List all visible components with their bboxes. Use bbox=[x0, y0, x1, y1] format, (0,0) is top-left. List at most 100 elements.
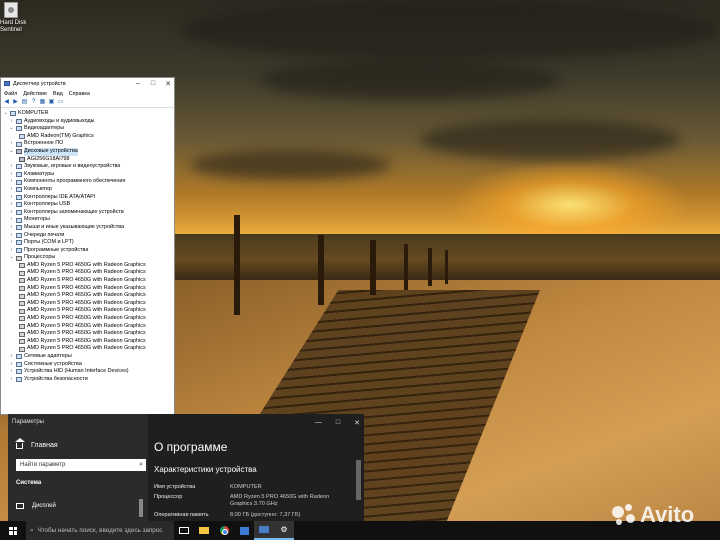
tree-item-selected[interactable]: ⌄ Дисковые устройства bbox=[3, 147, 174, 156]
avito-text: Avito bbox=[640, 502, 695, 527]
cpu-item[interactable]: AMD Ryzen 5 PRO 4650G with Radeon Graphi… bbox=[3, 285, 174, 293]
home-icon bbox=[15, 437, 25, 449]
forward-icon[interactable]: ▶ bbox=[12, 99, 19, 106]
cpu-item[interactable]: AMD Ryzen 5 PRO 4650G with Radeon Graphi… bbox=[3, 262, 174, 270]
tree-item[interactable]: › Программные устройства bbox=[3, 247, 174, 255]
section-title: Характеристики устройства bbox=[154, 465, 257, 474]
tree-root[interactable]: ⌄ KOMPUTER bbox=[3, 110, 174, 118]
settings-sidebar: Параметры Главная Найти параметр ⌕ Систе… bbox=[8, 414, 148, 522]
settings-taskbar-button[interactable]: ⚙ bbox=[274, 521, 294, 540]
driver-icon[interactable]: ▦ bbox=[39, 99, 46, 106]
chrome-button[interactable] bbox=[214, 521, 234, 540]
tree-item[interactable]: › Компьютер bbox=[3, 186, 174, 194]
title-bar: Диспетчер устройств – □ ✕ bbox=[1, 78, 174, 89]
sidebar-scrollbar[interactable] bbox=[139, 499, 143, 517]
maximize-button[interactable]: □ bbox=[336, 419, 340, 427]
avito-watermark: Avito bbox=[612, 502, 694, 528]
cpu-item[interactable]: AMD Ryzen 5 PRO 4650G with Radeon Graphi… bbox=[3, 277, 174, 285]
spec-row-ram: Оперативная память 8,00 ГБ (доступно: 7,… bbox=[154, 512, 350, 519]
tree-item[interactable]: › Звуковые, игровые и видеоустройства bbox=[3, 163, 174, 171]
spec-key: Имя устройства bbox=[154, 484, 196, 490]
system-label: Система bbox=[16, 480, 42, 486]
chrome-icon bbox=[219, 526, 229, 535]
tree-item[interactable]: › Сетевые адаптеры bbox=[3, 353, 174, 361]
menu-action[interactable]: Действие bbox=[23, 91, 47, 97]
tree-item[interactable]: AMD Radeon(TM) Graphics bbox=[3, 133, 174, 141]
settings-window: Параметры Главная Найти параметр ⌕ Систе… bbox=[8, 414, 364, 522]
folder-icon bbox=[199, 527, 209, 534]
cpu-item[interactable]: AMD Ryzen 5 PRO 4650G with Radeon Graphi… bbox=[3, 345, 174, 353]
close-button[interactable]: ✕ bbox=[354, 419, 360, 427]
windows-logo-icon bbox=[9, 526, 17, 535]
scan-icon[interactable]: ▣ bbox=[48, 99, 55, 106]
content-scrollbar[interactable] bbox=[356, 460, 361, 500]
window-title: Диспетчер устройств bbox=[13, 80, 66, 87]
back-icon[interactable]: ◀ bbox=[3, 99, 10, 106]
tree-item-processors[interactable]: ⌄ Процессоры bbox=[3, 254, 174, 262]
device-manager-icon bbox=[259, 526, 269, 533]
spec-value: 8,00 ГБ (доступно: 7,37 ГБ) bbox=[230, 512, 301, 518]
tree-item[interactable]: › Контроллеры USB bbox=[3, 201, 174, 209]
display-label: Дисплей bbox=[32, 503, 56, 509]
minimize-button[interactable]: – bbox=[132, 80, 144, 87]
page-title: О программе bbox=[154, 440, 228, 454]
taskbar-search-placeholder: Чтобы начать поиск, введите здесь запрос bbox=[37, 527, 163, 534]
device-manager-taskbar-button[interactable] bbox=[254, 521, 274, 540]
taskbar-search-input[interactable]: ⌕ Чтобы начать поиск, введите здесь запр… bbox=[26, 521, 174, 540]
desktop-icon-label-2: Sentinel bbox=[0, 27, 22, 33]
task-view-icon bbox=[179, 527, 189, 534]
search-placeholder: Найти параметр bbox=[20, 462, 66, 468]
tree-item[interactable]: ⌄ Видеоадаптеры bbox=[3, 125, 174, 133]
store-button[interactable] bbox=[234, 521, 254, 540]
tree-item[interactable]: › Клавиатуры bbox=[3, 171, 174, 179]
monitor-icon[interactable]: ▭ bbox=[57, 99, 64, 106]
start-button[interactable] bbox=[0, 521, 26, 540]
tree-item[interactable]: › Очереди печати bbox=[3, 232, 174, 240]
device-manager-window: Диспетчер устройств – □ ✕ Файл Действие … bbox=[0, 77, 175, 415]
tree-item[interactable]: › Устройства HID (Human Interface Devices… bbox=[3, 368, 174, 376]
tree-item[interactable]: › Встроенное ПО bbox=[3, 140, 174, 148]
menu-bar: Файл Действие Вид Справка bbox=[1, 89, 174, 98]
cpu-item[interactable]: AMD Ryzen 5 PRO 4650G with Radeon Graphi… bbox=[3, 269, 174, 277]
menu-file[interactable]: Файл bbox=[4, 91, 17, 97]
sidebar-item-display[interactable]: Дисплей bbox=[16, 503, 56, 509]
store-icon bbox=[239, 526, 249, 535]
tree-item[interactable]: › Устройства безопасности bbox=[3, 376, 174, 384]
cpu-item[interactable]: AMD Ryzen 5 PRO 4650G with Radeon Graphi… bbox=[3, 315, 174, 323]
desktop-icon-hard-disk-sentinel[interactable]: Hard Disk Sentinel bbox=[0, 2, 40, 34]
display-icon bbox=[16, 503, 24, 509]
avito-logo-icon bbox=[612, 504, 636, 526]
settings-home[interactable]: Главная bbox=[15, 437, 58, 449]
cpu-item[interactable]: AMD Ryzen 5 PRO 4650G with Radeon Graphi… bbox=[3, 307, 174, 315]
tree-item[interactable]: › Контроллеры IDE ATA/ATAPI bbox=[3, 194, 174, 202]
minimize-button[interactable]: — bbox=[315, 419, 322, 427]
cpu-item[interactable]: AMD Ryzen 5 PRO 4650G with Radeon Graphi… bbox=[3, 300, 174, 308]
tree-item[interactable]: › Порты (COM и LPT) bbox=[3, 239, 174, 247]
tree-item[interactable]: › Мониторы bbox=[3, 216, 174, 224]
tree-item[interactable]: › Мыши и иные указывающие устройства bbox=[3, 224, 174, 232]
cpu-item[interactable]: AMD Ryzen 5 PRO 4650G with Radeon Graphi… bbox=[3, 330, 174, 338]
tree-item[interactable]: › Аудиовходы и аудиовыходы bbox=[3, 118, 174, 126]
spec-key: Процессор bbox=[154, 494, 183, 500]
task-view-button[interactable] bbox=[174, 521, 194, 540]
settings-search-input[interactable]: Найти параметр ⌕ bbox=[16, 459, 146, 471]
properties-icon[interactable]: ▤ bbox=[21, 99, 28, 106]
close-button[interactable]: ✕ bbox=[162, 80, 174, 88]
cpu-item[interactable]: AMD Ryzen 5 PRO 4650G with Radeon Graphi… bbox=[3, 292, 174, 300]
settings-title: Параметры bbox=[12, 419, 44, 425]
tree-item[interactable]: › Контроллеры запоминающих устройств bbox=[3, 209, 174, 217]
cpu-item[interactable]: AMD Ryzen 5 PRO 4650G with Radeon Graphi… bbox=[3, 323, 174, 331]
search-icon: ⌕ bbox=[30, 526, 34, 534]
spec-value: AMD Ryzen 5 PRO 4650G with Radeon Graphi… bbox=[230, 494, 330, 507]
device-tree: ⌄ KOMPUTER › Аудиовходы и аудиовыходы ⌄ Вид… bbox=[1, 108, 174, 383]
help-icon[interactable]: ? bbox=[30, 99, 37, 106]
menu-view[interactable]: Вид bbox=[53, 91, 63, 97]
home-label: Главная bbox=[31, 442, 58, 449]
tree-item[interactable]: › Компоненты программного обеспечения bbox=[3, 178, 174, 186]
cpu-item[interactable]: AMD Ryzen 5 PRO 4650G with Radeon Graphi… bbox=[3, 338, 174, 346]
menu-help[interactable]: Справка bbox=[69, 91, 90, 97]
maximize-button[interactable]: □ bbox=[147, 80, 159, 87]
toolbar: ◀ ▶ ▤ ? ▦ ▣ ▭ bbox=[1, 98, 174, 108]
settings-content: — □ ✕ О программе Характеристики устройс… bbox=[148, 414, 364, 522]
file-explorer-button[interactable] bbox=[194, 521, 214, 540]
